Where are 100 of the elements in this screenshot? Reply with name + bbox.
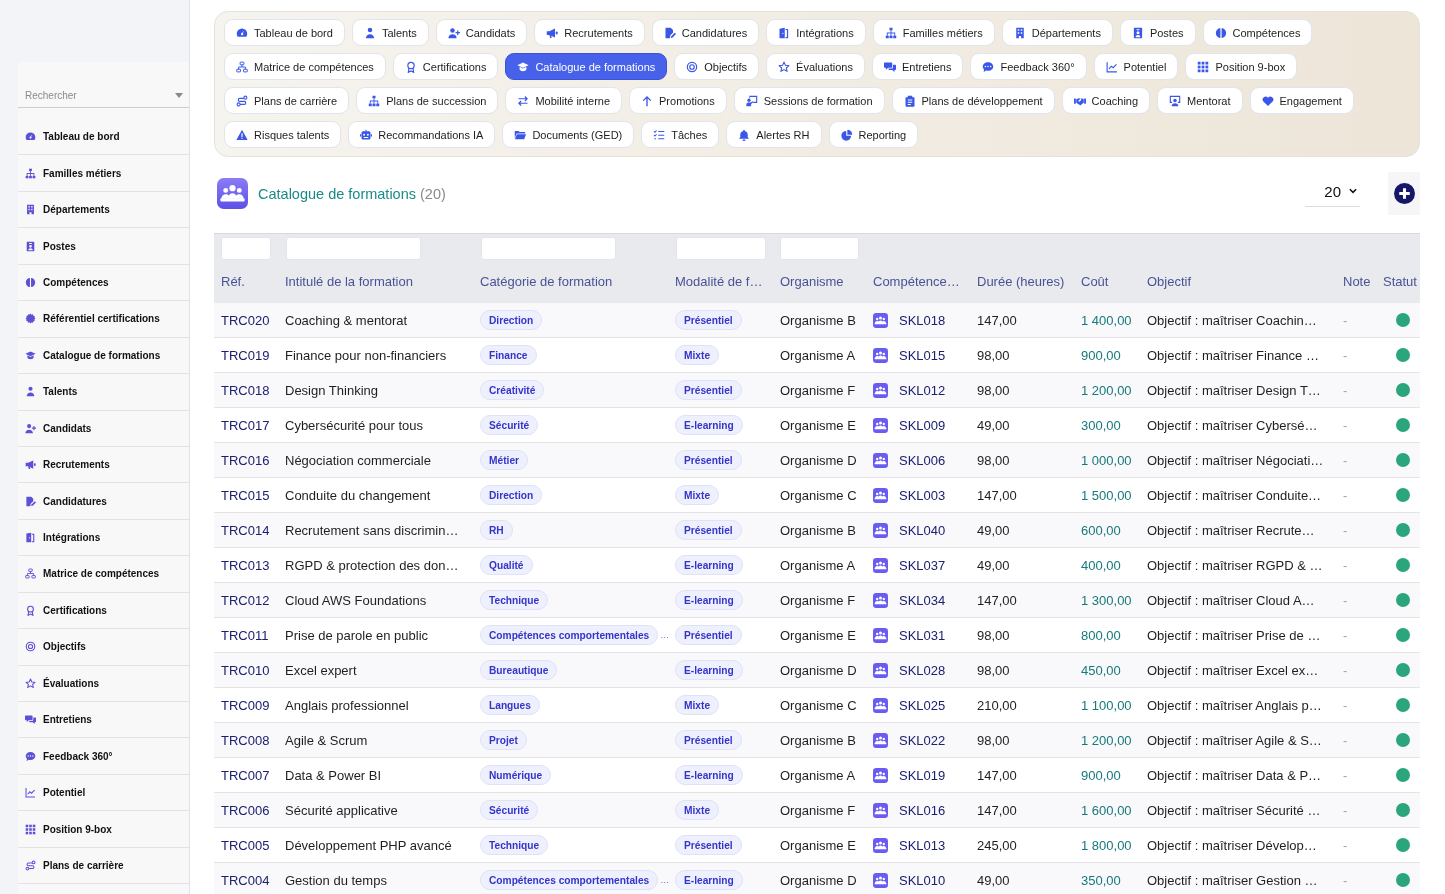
ref-link[interactable]: TRC004 [221, 872, 270, 888]
skill-link[interactable]: SKL012 [899, 382, 946, 398]
add-button[interactable] [1388, 172, 1420, 215]
nav-tab[interactable]: Compétences [1202, 19, 1313, 46]
ref-link[interactable]: TRC007 [221, 767, 270, 783]
skill-link[interactable]: SKL006 [899, 452, 946, 468]
sidebar-item[interactable]: Départements [18, 191, 189, 229]
skill-link[interactable]: SKL013 [899, 837, 946, 853]
table-cell-text: 49,00 [976, 871, 1011, 890]
ref-link[interactable]: TRC013 [221, 557, 270, 573]
ref-link[interactable]: TRC010 [221, 662, 270, 678]
skill-link[interactable]: SKL034 [899, 592, 946, 608]
ref-link[interactable]: TRC008 [221, 732, 270, 748]
search-field[interactable]: Rechercher [25, 85, 175, 106]
nav-tab[interactable]: Promotions [629, 87, 727, 114]
sidebar-item[interactable]: Référentiel certifications [18, 301, 189, 338]
ref-link[interactable]: TRC020 [221, 312, 270, 328]
nav-tab[interactable]: Objectifs [674, 53, 760, 80]
table-cell-text: Organisme E [779, 836, 857, 855]
filter-field[interactable] [481, 237, 616, 260]
nav-tab[interactable]: Catalogue de formations [505, 53, 668, 80]
nav-tab[interactable]: Engagement [1249, 87, 1354, 114]
sidebar-item[interactable]: Feedback 360° [18, 738, 189, 775]
nav-tab[interactable]: Entretiens [871, 53, 964, 80]
nav-tab[interactable]: Recrutements [534, 19, 645, 46]
sidebar-item[interactable]: Familles métiers [18, 155, 189, 192]
skill-link[interactable]: SKL025 [899, 697, 946, 713]
nav-tab[interactable]: Alertes RH [726, 121, 822, 148]
sidebar-item[interactable]: Candidats [18, 410, 189, 447]
nav-tab[interactable]: Feedback 360° [970, 53, 1087, 80]
ref-link[interactable]: TRC019 [221, 347, 270, 363]
nav-tab[interactable]: Certifications [392, 53, 499, 80]
skill-link[interactable]: SKL019 [899, 767, 946, 783]
sidebar-item[interactable]: Plans de carrière [18, 847, 189, 885]
ref-link[interactable]: TRC018 [221, 382, 270, 398]
nav-tab[interactable]: Candidatures [651, 19, 760, 46]
skill-link[interactable]: SKL009 [899, 417, 946, 433]
filter-field[interactable] [286, 237, 421, 260]
skill-link[interactable]: SKL037 [899, 557, 946, 573]
nav-tab[interactable]: Sessions de formation [733, 87, 885, 114]
sidebar-item[interactable]: Matrice de compétences [18, 556, 189, 593]
sidebar-item[interactable]: Tableau de bord [18, 119, 189, 156]
nav-tab[interactable]: Recommandations IA [348, 121, 496, 148]
skill-link[interactable]: SKL028 [899, 662, 946, 678]
filter-field[interactable] [221, 237, 271, 260]
nav-tab[interactable]: Postes [1119, 19, 1196, 46]
sidebar-item[interactable]: Catalogue de formations [18, 337, 189, 375]
skill-link[interactable]: SKL016 [899, 802, 946, 818]
ref-link[interactable]: TRC006 [221, 802, 270, 818]
skill-link[interactable]: SKL031 [899, 627, 946, 643]
sidebar-item[interactable]: Potentiel [18, 774, 189, 812]
nav-tab[interactable]: Plans de succession [356, 87, 499, 114]
nav-tab[interactable]: Candidats [435, 19, 528, 46]
nav-tab[interactable]: Position 9-box [1185, 53, 1298, 80]
sidebar-item[interactable]: Certifications [18, 592, 189, 630]
nav-tab[interactable]: Tableau de bord [224, 19, 345, 46]
nav-tab[interactable]: Matrice de compétences [224, 53, 386, 80]
table-cell-text: Organisme A [779, 766, 857, 785]
nav-tab[interactable]: Talents [351, 19, 429, 46]
sidebar-item[interactable]: Talents [18, 374, 189, 411]
sidebar-item[interactable]: Entretiens [18, 702, 189, 739]
skill-link[interactable]: SKL003 [899, 487, 946, 503]
nav-tab[interactable]: Documents (GED) [502, 121, 635, 148]
ref-link[interactable]: TRC016 [221, 452, 270, 468]
sidebar-item[interactable]: Candidatures [18, 483, 189, 520]
nav-tab[interactable]: Évaluations [766, 53, 865, 80]
nav-tab[interactable]: Plans de carrière [224, 87, 350, 114]
nav-tab[interactable]: Départements [1001, 19, 1113, 46]
filter-field[interactable] [676, 237, 766, 260]
nav-tab[interactable]: Plans de développement [891, 87, 1055, 114]
skill-link[interactable]: SKL018 [899, 312, 946, 328]
sidebar-item[interactable]: Compétences [18, 264, 189, 302]
sidebar-item[interactable]: Évaluations [18, 665, 189, 702]
ref-link[interactable]: TRC015 [221, 487, 270, 503]
skill-link[interactable]: SKL040 [899, 522, 946, 538]
ref-link[interactable]: TRC005 [221, 837, 270, 853]
nav-tab[interactable]: Familles métiers [872, 19, 995, 46]
nav-tab[interactable]: Mentorat [1157, 87, 1243, 114]
ref-link[interactable]: TRC012 [221, 592, 270, 608]
sidebar-item[interactable]: Postes [18, 228, 189, 265]
sidebar-item[interactable]: Position 9-box [18, 811, 189, 848]
ref-link[interactable]: TRC009 [221, 697, 270, 713]
nav-tab[interactable]: Tâches [641, 121, 720, 148]
nav-tab[interactable]: Coaching [1061, 87, 1151, 114]
sidebar-item[interactable]: Intégrations [18, 519, 189, 557]
nav-tab[interactable]: Risques talents [224, 121, 342, 148]
page-size-select[interactable]: 20 [1305, 176, 1360, 207]
filter-field[interactable] [780, 237, 859, 260]
nav-tab[interactable]: Reporting [828, 121, 919, 148]
skill-link[interactable]: SKL010 [899, 872, 946, 888]
sidebar-item[interactable]: Objectifs [18, 629, 189, 666]
ref-link[interactable]: TRC017 [221, 417, 270, 433]
nav-tab[interactable]: Intégrations [766, 19, 866, 46]
sidebar-item[interactable]: Recrutements [18, 446, 189, 484]
nav-tab[interactable]: Mobilité interne [505, 87, 623, 114]
nav-tab[interactable]: Potentiel [1093, 53, 1179, 80]
ref-link[interactable]: TRC011 [221, 627, 269, 643]
skill-link[interactable]: SKL015 [899, 347, 946, 363]
ref-link[interactable]: TRC014 [221, 522, 270, 538]
skill-link[interactable]: SKL022 [899, 732, 946, 748]
